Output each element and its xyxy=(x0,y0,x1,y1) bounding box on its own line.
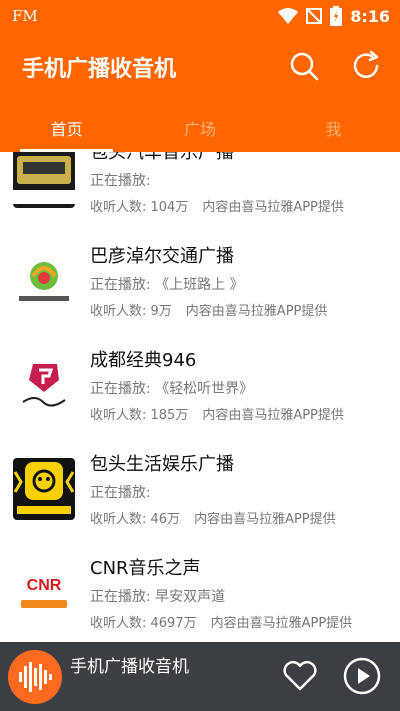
station-logo xyxy=(13,152,75,208)
station-name: 包头汽车音乐广播 xyxy=(90,152,234,163)
tab-home[interactable]: 首页 xyxy=(0,104,133,152)
station-item[interactable]: 巴彦淖尔交通广播 正在播放: 《上班路上 》 收听人数: 9万 内容由喜马拉雅AP… xyxy=(0,230,400,335)
station-list: 包头汽车音乐广播 正在播放: 收听人数: 104万 内容由喜马拉雅APP提供 巴彦… xyxy=(0,152,400,642)
station-item[interactable]: 包头生活娱乐广播 正在播放: 收听人数: 46万 内容由喜马拉雅APP提供 xyxy=(0,438,400,543)
station-name: 巴彦淖尔交通广播 xyxy=(90,246,234,267)
station-name: 成都经典946 xyxy=(90,350,197,371)
station-meta: 收听人数: 46万 内容由喜马拉雅APP提供 xyxy=(90,508,336,527)
station-logo: CNR xyxy=(13,562,75,624)
station-meta: 收听人数: 9万 内容由喜马拉雅APP提供 xyxy=(90,300,327,319)
now-playing: 正在播放: 早安双声道 xyxy=(90,589,226,605)
provider-note: 内容由喜马拉雅APP提供 xyxy=(210,616,353,631)
listener-count: 收听人数: 4697万 xyxy=(90,616,197,631)
station-name: CNR音乐之声 xyxy=(90,558,201,579)
play-icon[interactable] xyxy=(342,656,382,696)
station-meta: 收听人数: 4697万 内容由喜马拉雅APP提供 xyxy=(90,612,352,631)
station-item[interactable]: 包头汽车音乐广播 正在播放: 收听人数: 104万 内容由喜马拉雅APP提供 xyxy=(0,152,400,231)
search-icon[interactable] xyxy=(288,50,320,82)
now-playing: 正在播放: xyxy=(90,173,151,189)
wifi-icon xyxy=(278,8,299,24)
station-logo xyxy=(13,354,75,416)
player-title: 手机广播收音机 xyxy=(70,657,189,677)
now-playing: 正在播放: xyxy=(90,485,151,501)
station-name: 包头生活娱乐广播 xyxy=(90,454,234,475)
svg-text:CNR: CNR xyxy=(27,577,62,594)
provider-note: 内容由喜马拉雅APP提供 xyxy=(185,304,328,319)
player-logo xyxy=(8,650,62,704)
provider-note: 内容由喜马拉雅APP提供 xyxy=(202,408,344,423)
mini-player[interactable]: 手机广播收音机 xyxy=(0,642,400,711)
provider-note: 内容由喜马拉雅APP提供 xyxy=(194,512,336,527)
app-title: 手机广播收音机 xyxy=(22,57,177,82)
listener-count: 收听人数: 185万 xyxy=(90,408,189,423)
listener-count: 收听人数: 9万 xyxy=(90,304,172,319)
status-time: 8:16 xyxy=(350,6,390,26)
heart-icon[interactable] xyxy=(280,656,320,696)
tab-bar: 首页 广场 我 xyxy=(0,104,400,152)
station-meta: 收听人数: 185万 内容由喜马拉雅APP提供 xyxy=(90,404,344,423)
app-bar: 手机广播收音机 xyxy=(0,32,400,104)
tab-me[interactable]: 我 xyxy=(267,104,400,152)
refresh-icon[interactable] xyxy=(350,50,382,82)
status-bar: FM 8:16 xyxy=(0,0,400,32)
no-signal-icon xyxy=(306,8,323,24)
provider-note: 内容由喜马拉雅APP提供 xyxy=(202,200,344,215)
station-logo xyxy=(13,250,75,312)
status-carrier: FM xyxy=(12,7,38,25)
listener-count: 收听人数: 46万 xyxy=(90,512,181,527)
station-item[interactable]: CNR CNR音乐之声 正在播放: 早安双声道 收听人数: 4697万 内容由喜马… xyxy=(0,542,400,642)
battery-icon xyxy=(330,6,343,26)
now-playing: 正在播放: 《轻松听世界》 xyxy=(90,381,254,397)
station-logo xyxy=(13,458,75,520)
listener-count: 收听人数: 104万 xyxy=(90,200,189,215)
station-item[interactable]: 成都经典946 正在播放: 《轻松听世界》 收听人数: 185万 内容由喜马拉雅A… xyxy=(0,334,400,439)
tab-square[interactable]: 广场 xyxy=(133,104,266,152)
now-playing: 正在播放: 《上班路上 》 xyxy=(90,277,244,293)
station-meta: 收听人数: 104万 内容由喜马拉雅APP提供 xyxy=(90,196,344,215)
